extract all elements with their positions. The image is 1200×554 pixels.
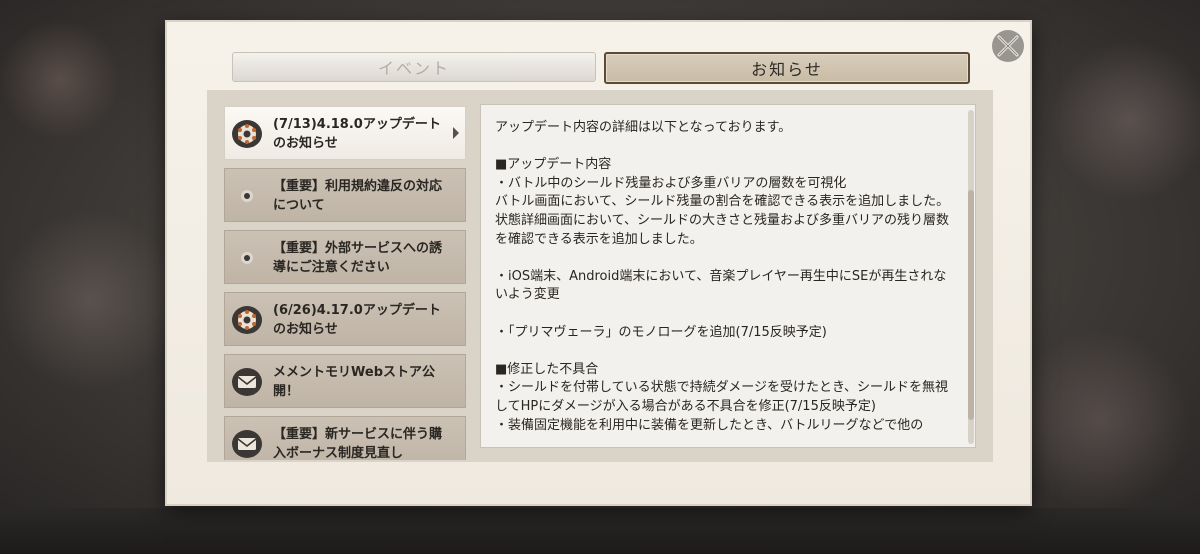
list-item-label: (7/13)4.18.0アップデートのお知らせ [273,117,441,151]
close-button[interactable] [990,28,1026,64]
close-icon [992,30,1024,62]
list-item[interactable]: 【重要】新サービスに伴う購入ボーナス制度見直し [224,416,466,460]
list-item[interactable]: 【重要】利用規約違反の対応について [224,168,466,222]
gear-icon [232,120,262,148]
scrollbar-thumb[interactable] [968,190,974,420]
list-item[interactable]: 【重要】外部サービスへの誘導にご注意ください [224,230,466,284]
tab-event[interactable]: イベント [232,52,596,82]
list-item[interactable]: メメントモリWebストア公開！ [224,354,466,408]
important-dot-icon [241,190,253,202]
news-list[interactable]: (7/13)4.18.0アップデートのお知らせ 【重要】利用規約違反の対応につい… [224,104,468,460]
gear-icon [232,306,262,334]
tab-news[interactable]: お知らせ [604,52,970,84]
list-item-label: (6/26)4.17.0アップデートのお知らせ [273,303,441,337]
important-dot-icon [241,252,253,264]
notice-detail-text: アップデート内容の詳細は以下となっております。 ■アップデート内容 ・バトル中の… [495,120,950,433]
bottom-menu-bar-dimmed [0,508,1200,554]
mail-icon [232,430,262,458]
chevron-right-icon [453,127,459,139]
notice-detail-panel[interactable]: アップデート内容の詳細は以下となっております。 ■アップデート内容 ・バトル中の… [480,104,976,448]
mail-icon [232,368,262,396]
list-item-label: メメントモリWebストア公開！ [273,365,435,399]
detail-scrollbar[interactable] [968,110,974,444]
list-item-label: 【重要】利用規約違反の対応について [273,179,443,213]
list-item[interactable]: (7/13)4.18.0アップデートのお知らせ [224,106,466,160]
list-item[interactable]: (6/26)4.17.0アップデートのお知らせ [224,292,466,346]
list-item-label: 【重要】外部サービスへの誘導にご注意ください [273,241,443,275]
list-item-label: 【重要】新サービスに伴う購入ボーナス制度見直し [273,427,443,460]
tab-bar: イベント お知らせ [232,52,970,84]
